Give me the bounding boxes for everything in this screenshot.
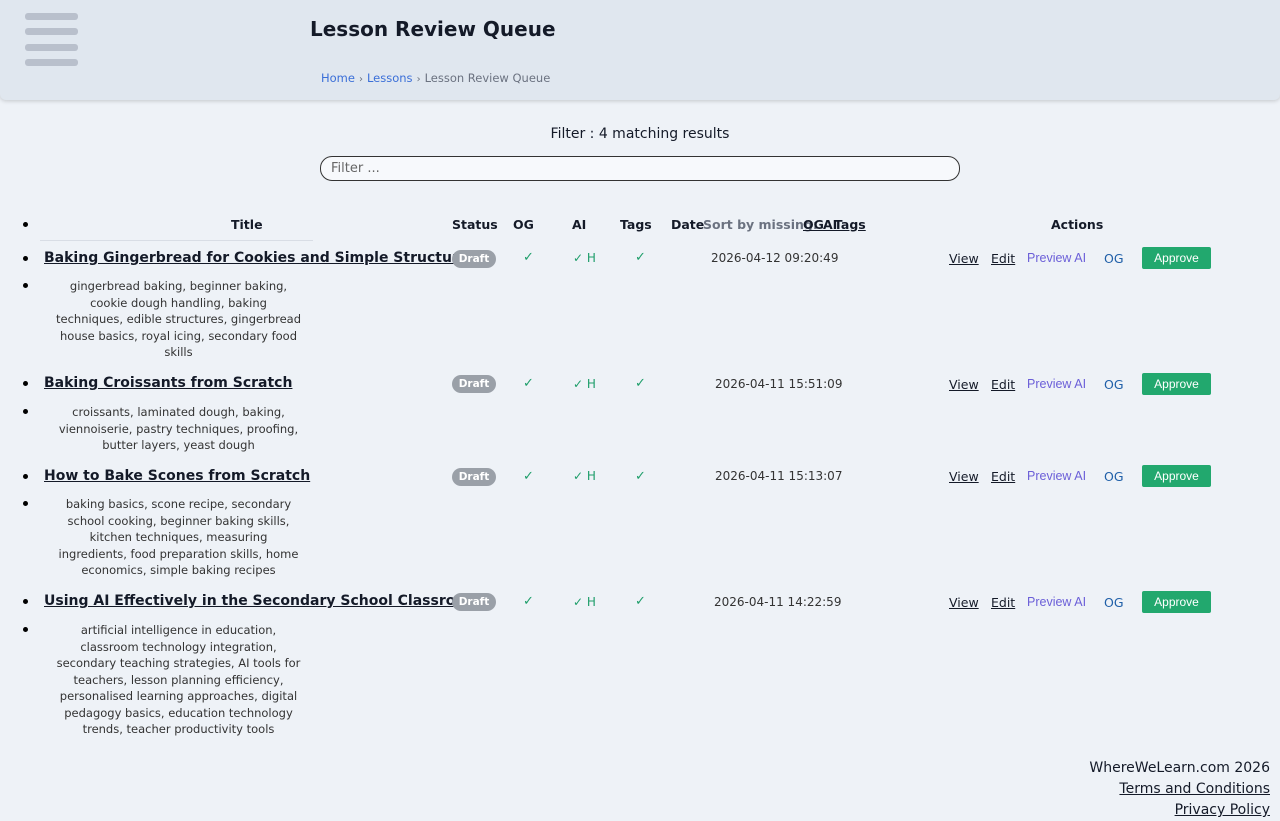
view-link[interactable]: View xyxy=(949,251,979,266)
list-bullet xyxy=(23,283,28,288)
header-divider xyxy=(40,240,313,241)
preview-ai-link[interactable]: Preview AI xyxy=(1027,595,1086,609)
list-bullet xyxy=(23,256,28,261)
preview-ai-link[interactable]: Preview AI xyxy=(1027,469,1086,483)
og-link[interactable]: OG xyxy=(1104,251,1124,266)
breadcrumb: Home › Lessons › Lesson Review Queue xyxy=(321,71,550,85)
lesson-title-link[interactable]: Baking Gingerbread for Cookies and Simpl… xyxy=(44,250,477,266)
lesson-date: 2026-04-11 14:22:59 xyxy=(714,595,842,609)
view-link[interactable]: View xyxy=(949,469,979,484)
breadcrumb-home-link[interactable]: Home xyxy=(321,71,355,85)
list-bullet xyxy=(23,474,28,479)
approve-button[interactable]: Approve xyxy=(1142,465,1211,487)
og-link[interactable]: OG xyxy=(1104,595,1124,610)
edit-link[interactable]: Edit xyxy=(991,469,1015,484)
terms-link[interactable]: Terms and Conditions xyxy=(1089,779,1270,800)
list-bullet xyxy=(23,409,28,414)
ai-check-icon: ✓ xyxy=(573,469,584,483)
lesson-title-link[interactable]: Using AI Effectively in the Secondary Sc… xyxy=(44,593,480,609)
column-header-date: Date xyxy=(671,217,705,232)
lesson-title-link[interactable]: Baking Croissants from Scratch xyxy=(44,375,292,391)
filter-input[interactable] xyxy=(320,156,960,181)
ai-check-icon: ✓ xyxy=(573,251,584,265)
tags-check-icon: ✓ xyxy=(635,469,646,484)
og-check-icon: ✓ xyxy=(523,250,534,265)
approve-button[interactable]: Approve xyxy=(1142,591,1211,613)
column-header-title: Title xyxy=(231,217,263,232)
tags-check-icon: ✓ xyxy=(635,376,646,391)
ai-check-icon: ✓ xyxy=(573,595,584,609)
view-link[interactable]: View xyxy=(949,377,979,392)
footer-brand: WhereWeLearn.com 2026 xyxy=(1089,760,1270,776)
lesson-tags: gingerbread baking, beginner baking, coo… xyxy=(56,279,302,359)
status-badge: Draft xyxy=(452,375,496,393)
ai-status: ✓ H xyxy=(573,251,596,265)
column-header-og: OG xyxy=(513,217,534,232)
view-link[interactable]: View xyxy=(949,595,979,610)
footer: WhereWeLearn.com 2026 Terms and Conditio… xyxy=(1089,758,1270,821)
column-header-ai: AI xyxy=(572,217,587,232)
list-bullet xyxy=(23,501,28,506)
ai-flag: H xyxy=(586,469,596,483)
ai-status: ✓ H xyxy=(573,469,596,483)
privacy-link[interactable]: Privacy Policy xyxy=(1089,800,1270,821)
preview-ai-link[interactable]: Preview AI xyxy=(1027,251,1086,265)
tags-check-icon: ✓ xyxy=(635,594,646,609)
ai-flag: H xyxy=(586,595,596,609)
page-title: Lesson Review Queue xyxy=(310,17,556,41)
og-check-icon: ✓ xyxy=(523,594,534,609)
lesson-date: 2026-04-11 15:51:09 xyxy=(715,377,843,391)
approve-button[interactable]: Approve xyxy=(1142,373,1211,395)
filter-status: Filter : 4 matching results xyxy=(550,126,730,142)
og-link[interactable]: OG xyxy=(1104,377,1124,392)
hamburger-menu-icon[interactable] xyxy=(25,13,78,67)
og-link[interactable]: OG xyxy=(1104,469,1124,484)
og-check-icon: ✓ xyxy=(523,469,534,484)
lesson-title-link[interactable]: How to Bake Scones from Scratch xyxy=(44,468,310,484)
list-bullet xyxy=(23,627,28,632)
column-header-actions: Actions xyxy=(1051,217,1104,232)
edit-link[interactable]: Edit xyxy=(991,595,1015,610)
preview-ai-link[interactable]: Preview AI xyxy=(1027,377,1086,391)
ai-status: ✓ H xyxy=(573,595,596,609)
column-header-status: Status xyxy=(452,217,498,232)
ai-flag: H xyxy=(586,251,596,265)
breadcrumb-lessons-link[interactable]: Lessons xyxy=(367,71,413,85)
lesson-tags: baking basics, scone recipe, secondary s… xyxy=(58,497,299,577)
column-header-tags: Tags xyxy=(620,217,652,232)
lesson-date: 2026-04-11 15:13:07 xyxy=(715,469,843,483)
list-bullet xyxy=(23,222,28,227)
tags-check-icon: ✓ xyxy=(635,250,646,265)
list-bullet xyxy=(23,381,28,386)
sort-missing-og-link[interactable]: OG xyxy=(803,217,824,232)
breadcrumb-separator: › xyxy=(358,74,363,85)
status-badge: Draft xyxy=(452,468,496,486)
edit-link[interactable]: Edit xyxy=(991,251,1015,266)
edit-link[interactable]: Edit xyxy=(991,377,1015,392)
lesson-tags: artificial intelligence in education, cl… xyxy=(56,623,301,736)
lesson-date: 2026-04-12 09:20:49 xyxy=(711,251,839,265)
status-badge: Draft xyxy=(452,593,496,611)
approve-button[interactable]: Approve xyxy=(1142,247,1211,269)
breadcrumb-separator: › xyxy=(416,74,421,85)
og-check-icon: ✓ xyxy=(523,376,534,391)
top-header: Lesson Review Queue Home › Lessons › Lesson … xyxy=(0,0,1280,100)
status-badge: Draft xyxy=(452,250,496,268)
lesson-tags: croissants, laminated dough, baking, vie… xyxy=(58,405,299,452)
sort-missing-tags-link[interactable]: Tags xyxy=(834,217,866,232)
sort-by-missing-label: Sort by missing: xyxy=(703,217,818,232)
breadcrumb-current: Lesson Review Queue xyxy=(424,71,551,85)
list-bullet xyxy=(23,599,28,604)
ai-status: ✓ H xyxy=(573,377,596,391)
ai-flag: H xyxy=(586,377,596,391)
ai-check-icon: ✓ xyxy=(573,377,584,391)
